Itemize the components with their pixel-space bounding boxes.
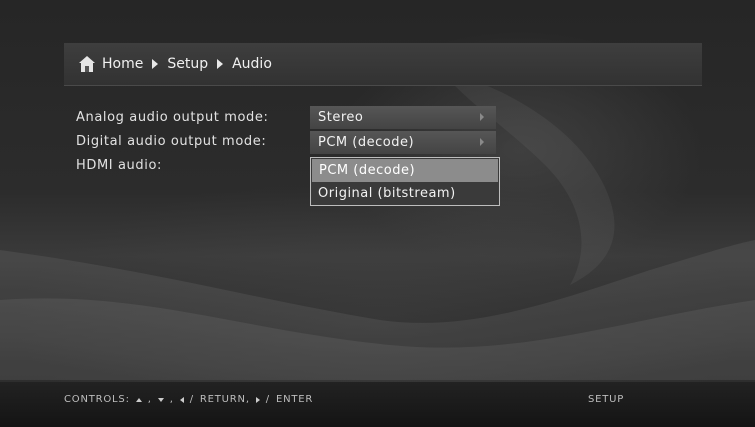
breadcrumb-audio: Audio xyxy=(232,56,272,72)
comma-separator: , xyxy=(169,394,174,405)
chevron-right-icon xyxy=(480,113,484,121)
slash-separator: / xyxy=(189,394,194,405)
breadcrumb-setup[interactable]: Setup xyxy=(167,56,208,72)
enter-label: ENTER xyxy=(275,394,314,405)
return-label: RETURN, xyxy=(199,394,250,405)
digital-audio-value: PCM (decode) xyxy=(318,135,415,150)
hdmi-audio-dropdown[interactable]: PCM (decode) Original (bitstream) xyxy=(310,157,500,206)
down-arrow-icon xyxy=(157,397,164,402)
dropdown-option-pcm[interactable]: PCM (decode) xyxy=(312,159,498,182)
controls-hint: CONTROLS: , , / RETURN, / ENTER xyxy=(64,394,313,405)
right-arrow-icon xyxy=(255,396,260,403)
breadcrumb-home[interactable]: Home xyxy=(102,56,143,72)
analog-audio-label: Analog audio output mode: xyxy=(76,110,269,125)
comma-separator: , xyxy=(147,394,152,405)
analog-audio-select[interactable]: Stereo xyxy=(310,106,496,129)
home-icon xyxy=(79,56,95,72)
analog-audio-value: Stereo xyxy=(318,110,364,125)
digital-audio-select[interactable]: PCM (decode) xyxy=(310,131,496,154)
up-arrow-icon xyxy=(135,397,142,402)
settings-labels: Analog audio output mode: Digital audio … xyxy=(76,106,268,178)
digital-audio-label: Digital audio output mode: xyxy=(76,134,267,149)
slash-separator: / xyxy=(265,394,270,405)
left-arrow-icon xyxy=(179,396,184,403)
breadcrumb: Home Setup Audio xyxy=(78,53,272,75)
dropdown-option-bitstream[interactable]: Original (bitstream) xyxy=(311,182,499,205)
chevron-right-icon xyxy=(480,138,484,146)
hdmi-audio-label: HDMI audio: xyxy=(76,158,162,173)
chevron-right-icon xyxy=(217,59,224,69)
setup-label: SETUP xyxy=(588,394,625,405)
chevron-right-icon xyxy=(152,59,159,69)
controls-label: CONTROLS: xyxy=(64,394,130,405)
